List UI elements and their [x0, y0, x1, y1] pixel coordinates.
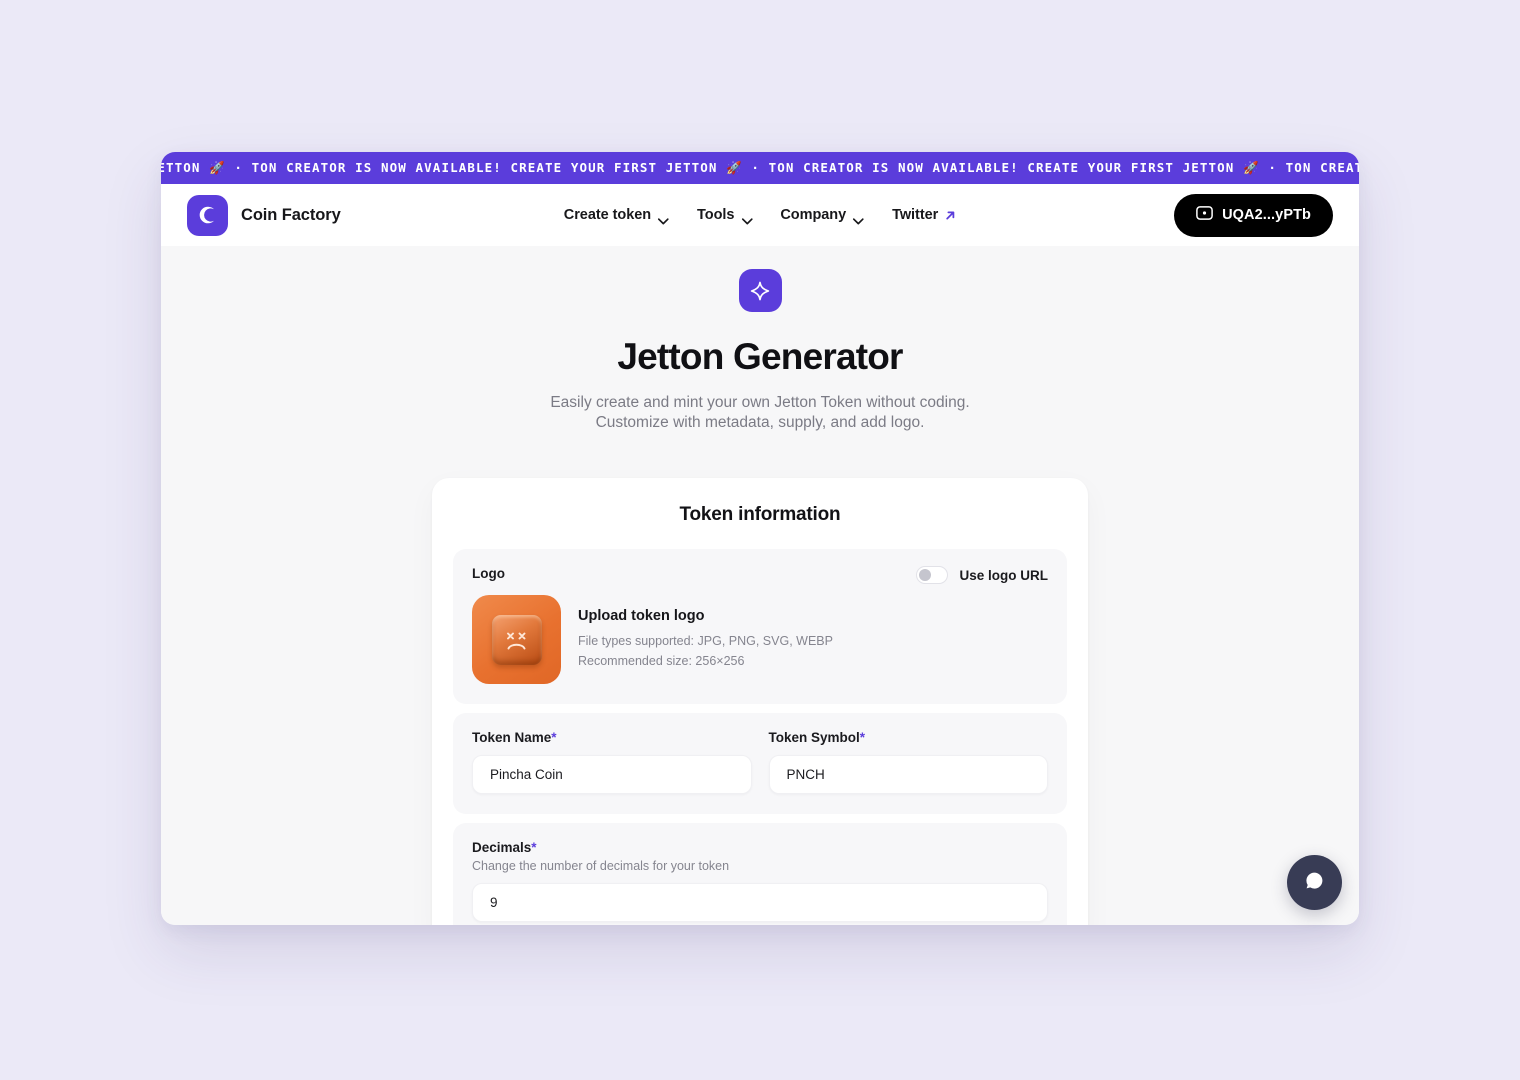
token-name-label-text: Token Name	[472, 730, 552, 746]
token-symbol-label-text: Token Symbol	[768, 730, 860, 746]
file-types-text: File types supported: JPG, PNG, SVG, WEB…	[578, 634, 833, 649]
logo-section: Logo Use logo URL Upload token logo File…	[453, 549, 1067, 705]
brand[interactable]: Coin Factory	[187, 194, 341, 236]
letter-c-logo-icon	[187, 194, 228, 236]
page-subtitle: Easily create and mint your own Jetton T…	[550, 394, 970, 431]
token-name-label: Token Name*	[472, 730, 752, 745]
brand-name: Coin Factory	[241, 205, 341, 224]
hero-section: Jetton Generator Easily create and mint …	[161, 269, 1359, 432]
wallet-address-button[interactable]: UQA2...yPTb	[1174, 193, 1333, 237]
keycap-shape	[491, 614, 542, 665]
logo-label: Logo	[472, 566, 505, 582]
token-symbol-input[interactable]	[768, 755, 1048, 795]
name-symbol-row: Token Name* Token Symbol*	[472, 730, 1049, 795]
decimals-label-text: Decimals	[472, 840, 532, 856]
chevron-down-icon	[853, 213, 864, 224]
main-nav: Create token Tools Company Twitter	[563, 207, 956, 224]
nav-item-label: Twitter	[892, 207, 939, 223]
sparkle-icon	[738, 269, 782, 312]
logo-section-header: Logo Use logo URL	[472, 566, 1048, 585]
page-content: Jetton Generator Easily create and mint …	[161, 246, 1359, 925]
wallet-address-label: UQA2...yPTb	[1222, 207, 1311, 223]
nav-item-tools[interactable]: Tools	[697, 207, 753, 224]
nav-item-create-token[interactable]: Create token	[563, 207, 669, 224]
nav-item-company[interactable]: Company	[780, 207, 864, 224]
announcement-banner: FIRST JETTON 🚀 · TON CREATOR IS NOW AVAI…	[161, 152, 1359, 184]
use-logo-url-label: Use logo URL	[959, 567, 1048, 583]
logo-upload-text: Upload token logo File types supported: …	[578, 608, 833, 671]
page-title: Jetton Generator	[617, 336, 903, 377]
announcement-banner-text: FIRST JETTON 🚀 · TON CREATOR IS NOW AVAI…	[161, 160, 1359, 175]
nav-item-twitter[interactable]: Twitter	[892, 207, 956, 223]
token-name-input[interactable]	[472, 755, 752, 795]
chevron-down-icon	[658, 213, 669, 224]
required-marker: *	[531, 840, 537, 856]
chat-bubble-icon	[1302, 868, 1327, 898]
token-information-card: Token information Logo Use logo URL Uplo…	[432, 478, 1088, 925]
use-logo-url-control[interactable]: Use logo URL	[916, 566, 1048, 585]
decimals-section: Decimals* Change the number of decimals …	[453, 823, 1067, 925]
name-symbol-section: Token Name* Token Symbol*	[453, 713, 1067, 815]
announcement-banner-track: FIRST JETTON 🚀 · TON CREATOR IS NOW AVAI…	[161, 160, 1359, 176]
site-header: Coin Factory Create token Tools Company	[161, 184, 1359, 246]
chevron-down-icon	[741, 213, 753, 224]
external-link-arrow-icon	[945, 209, 956, 220]
token-name-field-group: Token Name*	[472, 730, 752, 795]
chat-support-button[interactable]	[1287, 855, 1342, 910]
card-title: Token information	[679, 504, 841, 526]
upload-token-logo-title: Upload token logo	[578, 608, 705, 625]
wallet-icon	[1196, 206, 1213, 224]
nav-item-label: Create token	[563, 207, 652, 223]
required-marker: *	[551, 730, 557, 746]
app-window: FIRST JETTON 🚀 · TON CREATOR IS NOW AVAI…	[161, 152, 1359, 925]
decimals-input[interactable]	[472, 883, 1048, 923]
decimals-label: Decimals*	[472, 840, 1048, 855]
sad-face-keycap-icon[interactable]	[472, 595, 561, 685]
recommended-size-text: Recommended size: 256×256	[578, 653, 745, 668]
logo-upload-row[interactable]: Upload token logo File types supported: …	[472, 595, 1048, 685]
token-symbol-label: Token Symbol*	[769, 730, 1049, 745]
required-marker: *	[859, 730, 866, 746]
nav-item-label: Company	[780, 207, 847, 223]
token-symbol-field-group: Token Symbol*	[768, 730, 1049, 795]
nav-item-label: Tools	[697, 207, 735, 223]
use-logo-url-toggle[interactable]	[916, 566, 949, 585]
decimals-help-text: Change the number of decimals for your t…	[472, 859, 730, 874]
